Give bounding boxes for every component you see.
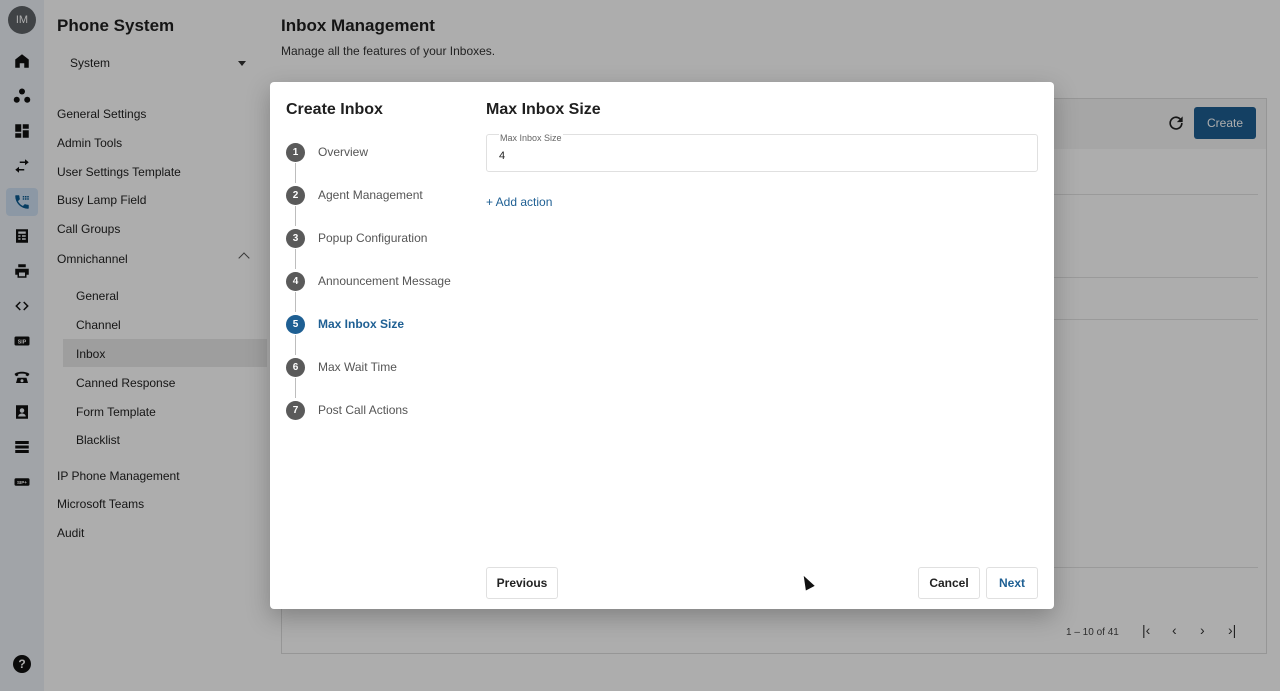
- step-label: Popup Configuration: [318, 231, 428, 245]
- step-label: Agent Management: [318, 188, 423, 202]
- step-label: Announcement Message: [318, 274, 451, 288]
- step-label: Post Call Actions: [318, 403, 409, 417]
- panel-title: Max Inbox Size: [486, 101, 601, 118]
- add-action-link[interactable]: + Add action: [486, 195, 552, 209]
- step-overview[interactable]: 1 Overview: [286, 142, 368, 162]
- step-post-call-actions[interactable]: 7 Post Call Actions: [286, 400, 408, 420]
- step-connector: [295, 249, 296, 269]
- step-number: 1: [286, 142, 305, 162]
- step-number: 3: [286, 228, 305, 248]
- step-label: Max Wait Time: [318, 360, 397, 374]
- max-inbox-size-input[interactable]: [499, 148, 1019, 164]
- step-label: Max Inbox Size: [318, 317, 405, 331]
- max-inbox-size-field[interactable]: Max Inbox Size: [486, 133, 1038, 172]
- previous-button[interactable]: Previous: [486, 567, 558, 599]
- step-announcement-message[interactable]: 4 Announcement Message: [286, 271, 451, 291]
- step-connector: [295, 206, 296, 226]
- step-number: 6: [286, 357, 305, 377]
- step-number: 4: [286, 271, 305, 291]
- step-agent-management[interactable]: 2 Agent Management: [286, 185, 423, 205]
- step-connector: [295, 378, 296, 398]
- step-popup-configuration[interactable]: 3 Popup Configuration: [286, 228, 427, 248]
- create-inbox-dialog: Create Inbox 1 Overview 2 Agent Manageme…: [270, 82, 1054, 609]
- step-connector: [295, 163, 296, 183]
- step-number: 5: [286, 314, 305, 334]
- step-connector: [295, 335, 296, 355]
- step-max-wait-time[interactable]: 6 Max Wait Time: [286, 357, 397, 377]
- step-max-inbox-size[interactable]: 5 Max Inbox Size: [286, 314, 404, 334]
- step-label: Overview: [318, 145, 369, 159]
- step-connector: [295, 292, 296, 312]
- step-number: 7: [286, 400, 305, 420]
- dialog-title: Create Inbox: [286, 101, 383, 118]
- field-label: Max Inbox Size: [499, 133, 563, 143]
- step-number: 2: [286, 185, 305, 205]
- cancel-button[interactable]: Cancel: [918, 567, 980, 599]
- next-button[interactable]: Next: [986, 567, 1038, 599]
